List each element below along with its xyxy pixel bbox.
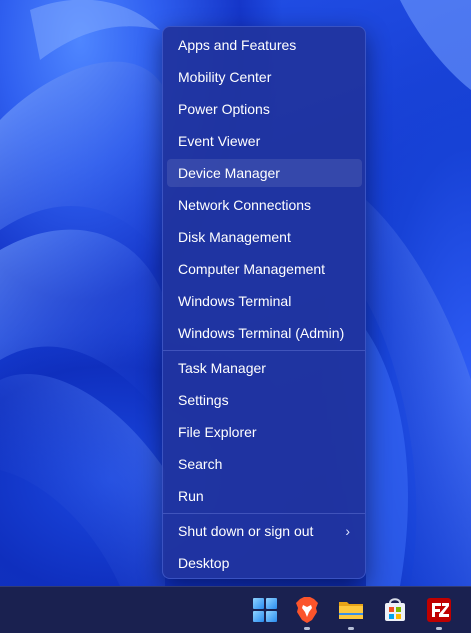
- menu-item-power-options[interactable]: Power Options: [167, 95, 362, 123]
- winx-context-menu: Apps and Features Mobility Center Power …: [162, 26, 366, 579]
- windows-start-icon[interactable]: [250, 595, 280, 625]
- menu-item-device-manager[interactable]: Device Manager: [167, 159, 362, 187]
- running-indicator: [304, 627, 310, 630]
- menu-item-mobility-center[interactable]: Mobility Center: [167, 63, 362, 91]
- brave-browser-icon[interactable]: [292, 595, 322, 625]
- running-indicator: [436, 627, 442, 630]
- menu-item-run[interactable]: Run: [167, 482, 362, 510]
- file-explorer-icon[interactable]: [336, 595, 366, 625]
- menu-item-windows-terminal[interactable]: Windows Terminal: [167, 287, 362, 315]
- menu-separator: [163, 513, 365, 514]
- menu-item-desktop[interactable]: Desktop: [167, 549, 362, 577]
- menu-item-label: Shut down or sign out: [178, 523, 314, 539]
- menu-item-computer-management[interactable]: Computer Management: [167, 255, 362, 283]
- menu-item-apps-and-features[interactable]: Apps and Features: [167, 31, 362, 59]
- menu-separator: [163, 350, 365, 351]
- menu-item-network-connections[interactable]: Network Connections: [167, 191, 362, 219]
- menu-item-file-explorer[interactable]: File Explorer: [167, 418, 362, 446]
- filezilla-icon[interactable]: [424, 595, 454, 625]
- menu-item-task-manager[interactable]: Task Manager: [167, 354, 362, 382]
- chevron-right-icon: ›: [345, 523, 350, 539]
- menu-item-disk-management[interactable]: Disk Management: [167, 223, 362, 251]
- taskbar: [0, 586, 471, 633]
- menu-item-settings[interactable]: Settings: [167, 386, 362, 414]
- menu-item-search[interactable]: Search: [167, 450, 362, 478]
- menu-item-shut-down-or-sign-out[interactable]: Shut down or sign out ›: [167, 517, 362, 545]
- menu-item-event-viewer[interactable]: Event Viewer: [167, 127, 362, 155]
- menu-item-windows-terminal-admin[interactable]: Windows Terminal (Admin): [167, 319, 362, 347]
- microsoft-store-icon[interactable]: [380, 595, 410, 625]
- running-indicator: [348, 627, 354, 630]
